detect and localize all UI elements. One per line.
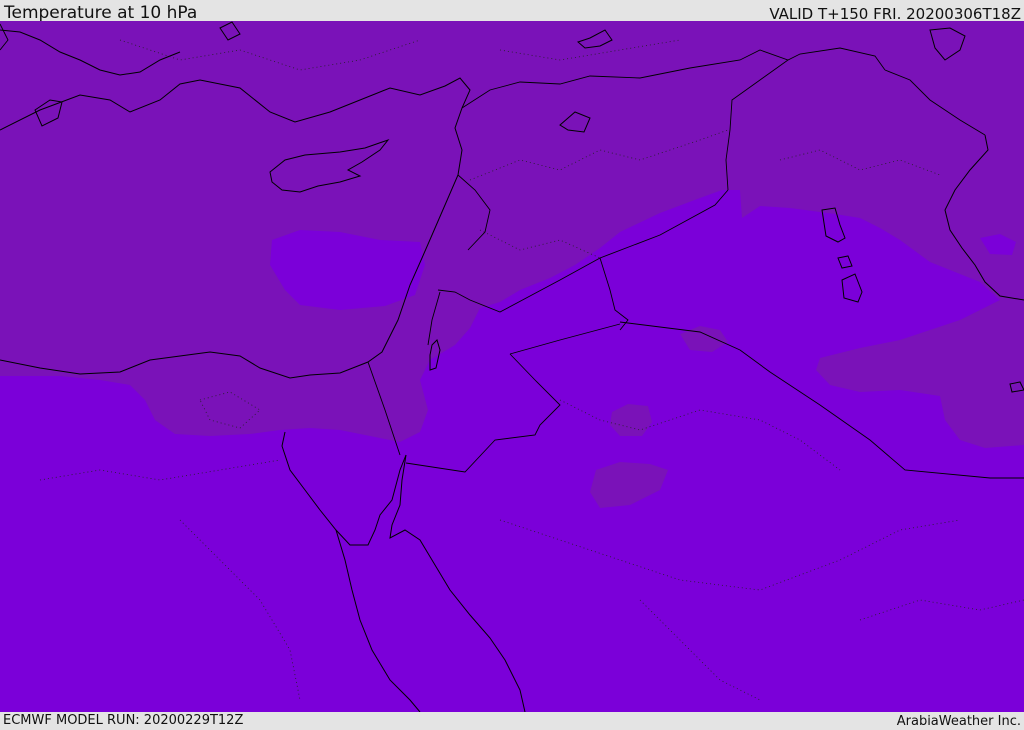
credit: ArabiaWeather Inc. bbox=[896, 714, 1021, 729]
temperature-pocket-mediterranean bbox=[270, 230, 425, 310]
map-title: Temperature at 10 hPa bbox=[4, 3, 198, 23]
footer-bar: ECMWF MODEL RUN: 20200229T12Z ArabiaWeat… bbox=[0, 712, 1024, 729]
weather-map[interactable] bbox=[0, 21, 1024, 712]
header-bar: Temperature at 10 hPa VALID T+150 FRI. 2… bbox=[0, 0, 1024, 23]
map-canvas bbox=[0, 21, 1024, 712]
model-run: ECMWF MODEL RUN: 20200229T12Z bbox=[3, 713, 244, 728]
